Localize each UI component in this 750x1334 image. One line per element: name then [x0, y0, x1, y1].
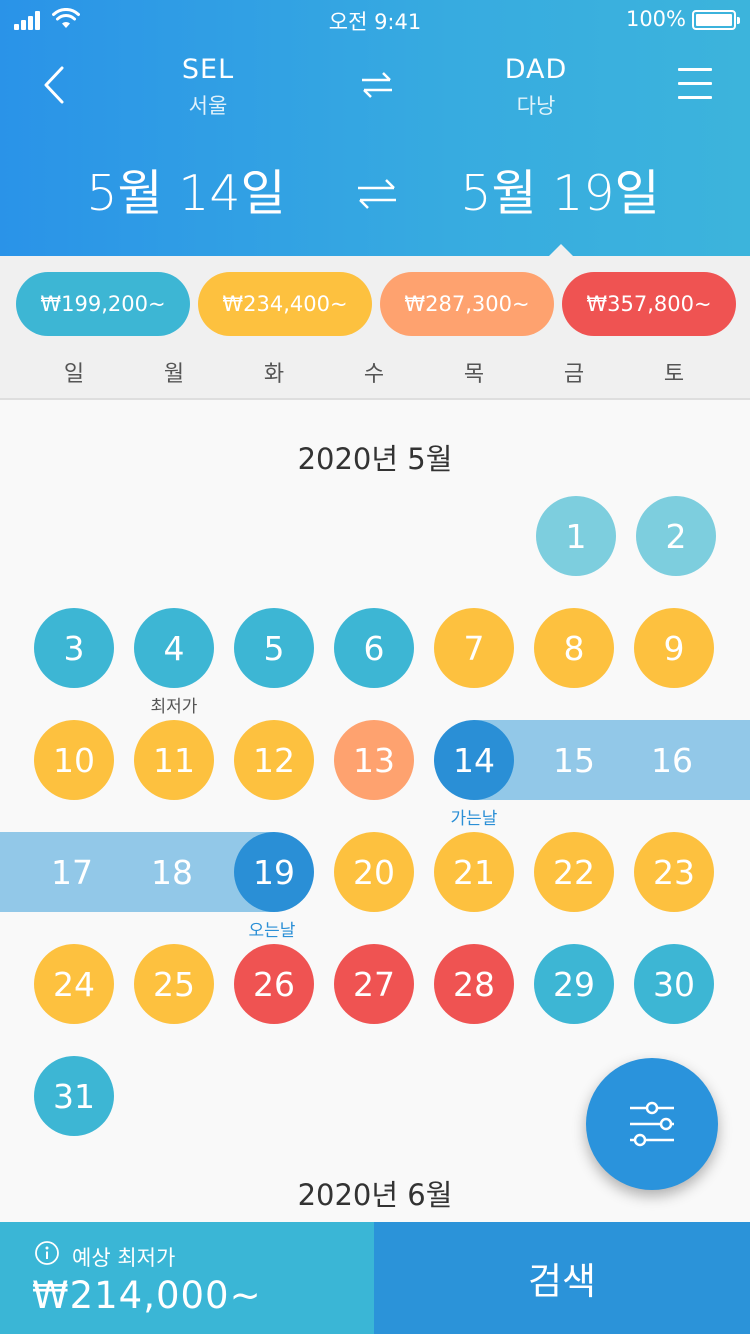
weekday-sun: 일 [63, 362, 85, 387]
weekday-mon: 월 [163, 362, 185, 387]
filter-button[interactable] [586, 1058, 718, 1190]
price-legend: ₩199,200~ ₩234,400~ ₩287,300~ ₩357,800~ … [0, 256, 750, 400]
price-chip-3[interactable]: ₩287,300~ [380, 272, 554, 336]
day-cell[interactable]: 27 [334, 944, 414, 1024]
menu-icon[interactable] [678, 66, 714, 102]
weekday-sat: 토 [663, 362, 685, 387]
estimate-price: ₩214,000~ [32, 1274, 262, 1317]
info-icon[interactable] [34, 1240, 60, 1266]
day-cell[interactable]: 22 [534, 832, 614, 912]
day-cell[interactable]: 23 [634, 832, 714, 912]
day-cell[interactable]: 5 [234, 608, 314, 688]
dest-city: 다낭 [516, 94, 556, 118]
battery-icon [692, 10, 740, 30]
weekday-wed: 수 [363, 362, 385, 387]
weekday-thu: 목 [463, 362, 485, 387]
back-arrow-icon[interactable] [36, 60, 80, 110]
day-cell[interactable]: 28 [434, 944, 514, 1024]
day-cell[interactable]: 30 [634, 944, 714, 1024]
filter-icon [630, 1101, 674, 1147]
day-cell[interactable]: 20 [334, 832, 414, 912]
battery-percent: 100% [625, 7, 686, 31]
day-cell-return[interactable]: 19 [234, 832, 314, 912]
day-cell[interactable]: 29 [534, 944, 614, 1024]
day-cell[interactable]: 21 [434, 832, 514, 912]
day-cell[interactable]: 3 [34, 608, 114, 688]
return-note: 오는날 [248, 921, 296, 941]
estimate-label: 예상 최저가 [72, 1246, 176, 1270]
day-cell[interactable]: 2 [636, 496, 716, 576]
return-date[interactable]: 5월 19일 [430, 154, 690, 225]
day-cell-in-range[interactable]: 15 [534, 720, 614, 800]
status-bar: 오전 9:41 100% [0, 0, 750, 40]
day-cell-in-range[interactable]: 17 [32, 832, 112, 912]
depart-date[interactable]: 5월 14일 [56, 154, 316, 225]
day-cell[interactable]: 9 [634, 608, 714, 688]
origin-city: 서울 [188, 94, 228, 118]
price-chip-2[interactable]: ₩234,400~ [198, 272, 372, 336]
header: 오전 9:41 100% SEL 서울 DAD 다낭 5월 14일 5월 19일 [0, 0, 750, 256]
swap-icon[interactable] [358, 70, 396, 100]
day-cell[interactable]: 25 [134, 944, 214, 1024]
day-cell-in-range[interactable]: 16 [632, 720, 712, 800]
day-cell[interactable]: 7 [434, 608, 514, 688]
selection-notch [549, 244, 573, 256]
weekday-tue: 화 [263, 362, 285, 387]
day-cell[interactable]: 31 [34, 1056, 114, 1136]
day-cell[interactable]: 4 [134, 608, 214, 688]
day-cell[interactable]: 26 [234, 944, 314, 1024]
dest-code[interactable]: DAD [456, 54, 616, 85]
estimate-panel: 예상 최저가 ₩214,000~ [0, 1222, 374, 1334]
swap-dates-icon[interactable] [354, 176, 400, 212]
day-cell[interactable]: 13 [334, 720, 414, 800]
search-button[interactable]: 검색 [374, 1222, 750, 1334]
price-chip-4[interactable]: ₩357,800~ [562, 272, 736, 336]
lowest-price-note: 최저가 [150, 697, 198, 717]
day-cell[interactable]: 10 [34, 720, 114, 800]
depart-note: 가는날 [450, 809, 498, 829]
day-cell-depart[interactable]: 14 [434, 720, 514, 800]
day-cell[interactable]: 6 [334, 608, 414, 688]
day-cell[interactable]: 1 [536, 496, 616, 576]
weekday-fri: 금 [563, 362, 585, 387]
origin-code[interactable]: SEL [128, 54, 288, 85]
day-cell[interactable]: 8 [534, 608, 614, 688]
day-cell-in-range[interactable]: 18 [132, 832, 212, 912]
month-title: 2020년 5월 [297, 442, 453, 476]
price-chip-1[interactable]: ₩199,200~ [16, 272, 190, 336]
day-cell[interactable]: 12 [234, 720, 314, 800]
day-cell[interactable]: 11 [134, 720, 214, 800]
day-cell[interactable]: 24 [34, 944, 114, 1024]
